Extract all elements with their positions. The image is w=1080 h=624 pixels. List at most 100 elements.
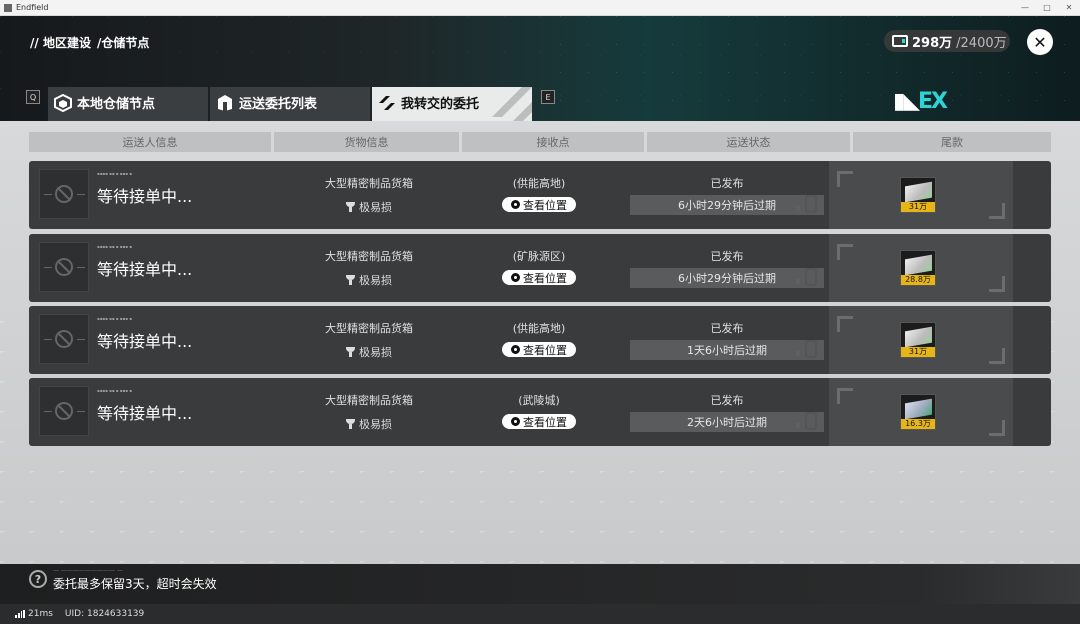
maximize-icon[interactable]: □ <box>1036 0 1058 15</box>
currency-max: /2400万 <box>956 35 1007 51</box>
reward-item[interactable]: 31万 <box>900 322 936 358</box>
cargo-name: 大型精密制品货箱 <box>325 177 413 190</box>
reward-panel: 28.8万 <box>829 234 1013 302</box>
column-header-status: 运送状态 <box>647 132 850 152</box>
help-icon[interactable]: ? <box>29 570 47 588</box>
decorative-code: ▪▪▪▪ ▪▪ ▪ ▪▪▪ ▪ <box>97 244 132 249</box>
reward-panel: 31万 <box>829 161 1013 229</box>
crate-icon <box>905 326 932 348</box>
table-row[interactable]: ▪▪▪▪ ▪▪ ▪ ▪▪▪ ▪ 等待接单中... 大型精密制品货箱 极易损 (武… <box>29 378 1051 446</box>
courier-status: 等待接单中... <box>97 404 193 423</box>
close-button[interactable]: ✕ <box>1027 29 1053 55</box>
view-location-label: 查看位置 <box>523 343 567 357</box>
corner-bracket-icon <box>989 348 1005 364</box>
decorative-code: ▪▪▪▪ ▪▪ ▪ ▪▪▪ ▪ <box>97 388 132 393</box>
location-pin-icon <box>511 345 520 354</box>
tab-label: 运送委托列表 <box>239 97 318 112</box>
reward-item[interactable]: 16.3万 <box>900 394 936 430</box>
breadcrumb-item[interactable]: // 地区建设 <box>30 34 91 51</box>
view-location-label: 查看位置 <box>523 198 567 212</box>
hourglass-icon <box>805 195 817 213</box>
tab-label: 本地仓储节点 <box>77 97 156 112</box>
breadcrumb-item: /仓储节点 <box>96 36 150 50</box>
courier-avatar <box>39 314 89 364</box>
tab-decoration-icon <box>492 87 532 121</box>
courier-avatar <box>39 242 89 292</box>
column-header-cargo: 货物信息 <box>274 132 459 152</box>
column-header-courier: 运送人信息 <box>29 132 271 152</box>
fragile-icon <box>346 347 355 357</box>
window-close-icon[interactable]: ✕ <box>1058 0 1080 15</box>
brand-logo-letters: EX <box>918 89 948 114</box>
view-location-button[interactable]: 查看位置 <box>502 270 576 285</box>
cargo-name: 大型精密制品货箱 <box>325 322 413 335</box>
column-header-location: 接收点 <box>462 132 644 152</box>
decorative-code: ▪▪▪▪ ▪▪ ▪ ▪▪▪ ▪ <box>97 316 132 321</box>
table-row[interactable]: ▪▪▪▪ ▪▪ ▪ ▪▪▪ ▪ 等待接单中... 大型精密制品货箱 极易损 (供… <box>29 306 1051 374</box>
decorative-code: ▪▪▪▪ ▪▪ ▪ ▪▪▪ ▪ <box>97 171 132 176</box>
corner-bracket-icon <box>989 203 1005 219</box>
courier-avatar <box>39 169 89 219</box>
key-hint-e: E <box>541 90 555 104</box>
x-mark-icon: x <box>795 420 801 431</box>
window-controls: — □ ✕ <box>1014 0 1080 15</box>
reward-amount: 16.3万 <box>901 419 935 429</box>
view-location-button[interactable]: 查看位置 <box>502 197 576 212</box>
corner-bracket-icon <box>837 388 853 404</box>
view-location-button[interactable]: 查看位置 <box>502 414 576 429</box>
close-icon: ✕ <box>1033 32 1047 52</box>
courier-avatar <box>39 386 89 436</box>
crate-icon <box>905 398 932 420</box>
destination: (供能高地) <box>512 322 566 335</box>
app-icon <box>4 3 12 12</box>
location-pin-icon <box>511 417 520 426</box>
footer-hint: — ————————— — ? 委托最多保留3天，超时会失效 <box>0 564 1080 604</box>
currency-display: 298万/2400万 <box>884 30 1010 52</box>
corner-bracket-icon <box>837 244 853 260</box>
fragile-icon <box>346 202 355 212</box>
key-hint-q: Q <box>26 90 40 104</box>
reward-amount: 31万 <box>901 202 935 212</box>
hourglass-icon <box>805 340 817 358</box>
delivery-status: 已发布 <box>710 250 744 263</box>
reward-item[interactable]: 28.8万 <box>900 250 936 286</box>
reward-panel: 16.3万 <box>829 378 1013 446</box>
fragility: 极易损 <box>299 344 439 360</box>
hourglass-icon <box>805 268 817 286</box>
corner-bracket-icon <box>989 276 1005 292</box>
fragility-label: 极易损 <box>359 346 392 359</box>
user-id: UID: 1824633139 <box>64 609 145 619</box>
breadcrumb: // 地区建设 /仓储节点 <box>30 34 149 51</box>
fragility-label: 极易损 <box>359 418 392 431</box>
cargo-name: 大型精密制品货箱 <box>325 250 413 263</box>
table-row[interactable]: ▪▪▪▪ ▪▪ ▪ ▪▪▪ ▪ 等待接单中... 大型精密制品货箱 极易损 (矿… <box>29 234 1051 302</box>
footer-decoration: — ————————— — <box>53 567 123 574</box>
reward-item[interactable]: 31万 <box>900 177 936 213</box>
x-mark-icon: x <box>795 276 801 287</box>
table-row[interactable]: ▪▪▪▪ ▪▪ ▪ ▪▪▪ ▪ 等待接单中... 大型精密制品货箱 极易损 (供… <box>29 161 1051 229</box>
reward-panel: 31万 <box>829 306 1013 374</box>
ping-value: 21ms <box>28 609 53 619</box>
window-title: Endfield <box>16 3 49 12</box>
corner-bracket-icon <box>837 316 853 332</box>
view-location-label: 查看位置 <box>523 415 567 429</box>
tab-my-transferred[interactable]: 我转交的委托 <box>372 87 532 121</box>
empty-avatar-icon <box>55 185 73 203</box>
brand-logo: ▮◣EX <box>893 89 948 114</box>
minimize-icon[interactable]: — <box>1014 0 1036 15</box>
help-text: 委托最多保留3天，超时会失效 <box>53 577 217 591</box>
view-location-button[interactable]: 查看位置 <box>502 342 576 357</box>
x-mark-icon: x <box>795 348 801 359</box>
tab-local-storage[interactable]: 本地仓储节点 <box>48 87 208 121</box>
crate-icon <box>905 181 932 203</box>
courier-status: 等待接单中... <box>97 260 193 279</box>
header: // 地区建设 /仓储节点 298万/2400万 ✕ ▮◣EX Q 本地仓储节点… <box>0 16 1080 121</box>
crate-icon <box>905 254 932 276</box>
status-bar: 21ms UID: 1824633139 <box>0 604 1080 624</box>
currency-current: 298万 <box>912 35 953 51</box>
column-header-reward: 尾款 <box>853 132 1051 152</box>
fragile-icon <box>346 275 355 285</box>
fragility-label: 极易损 <box>359 201 392 214</box>
tab-delivery-list[interactable]: 运送委托列表 <box>210 87 370 121</box>
location-pin-icon <box>511 200 520 209</box>
